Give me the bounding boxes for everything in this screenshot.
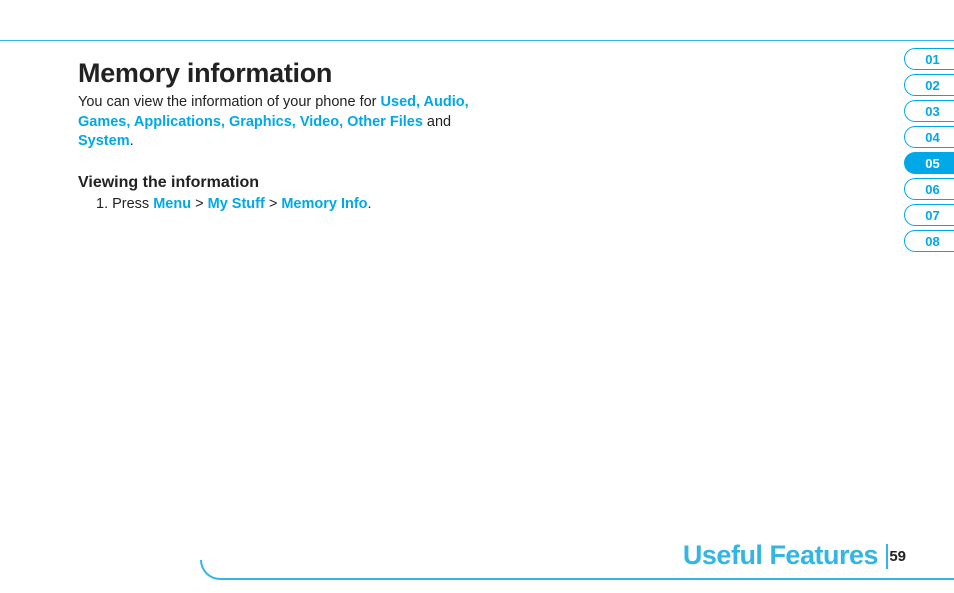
chapter-tab-01[interactable]: 01 (904, 48, 954, 70)
step-prefix: 1. Press (96, 196, 153, 212)
top-divider (0, 40, 954, 41)
intro-text-prefix: You can view the information of your pho… (78, 94, 381, 110)
intro-text-mid: and (423, 114, 451, 130)
page-title: Memory information (78, 58, 498, 89)
step-sep1: > (191, 196, 208, 212)
chapter-tab-02[interactable]: 02 (904, 74, 954, 96)
intro-paragraph: You can view the information of your pho… (78, 93, 498, 152)
step-meminfo: Memory Info (281, 196, 367, 212)
chapter-tab-07[interactable]: 07 (904, 204, 954, 226)
intro-text-suffix: . (130, 133, 134, 149)
main-content: Memory information You can view the info… (78, 58, 498, 212)
intro-highlight-system: System (78, 133, 130, 149)
chapter-tab-08[interactable]: 08 (904, 230, 954, 252)
step-sep2: > (265, 196, 282, 212)
chapter-tab-03[interactable]: 03 (904, 100, 954, 122)
section-title: Useful Features (683, 540, 878, 571)
chapter-tab-05[interactable]: 05 (904, 152, 954, 174)
footer-line (280, 578, 954, 580)
page-number: 59 (889, 548, 906, 565)
chapter-tab-04[interactable]: 04 (904, 126, 954, 148)
footer-curve (200, 560, 280, 580)
subheading: Viewing the information (78, 174, 498, 192)
step-1: 1. Press Menu > My Stuff > Memory Info. (78, 196, 498, 212)
step-menu: Menu (153, 196, 191, 212)
chapter-tab-06[interactable]: 06 (904, 178, 954, 200)
step-mystuff: My Stuff (208, 196, 265, 212)
chapter-tabs: 01 02 03 04 05 06 07 08 (904, 48, 954, 252)
step-suffix: . (368, 196, 372, 212)
